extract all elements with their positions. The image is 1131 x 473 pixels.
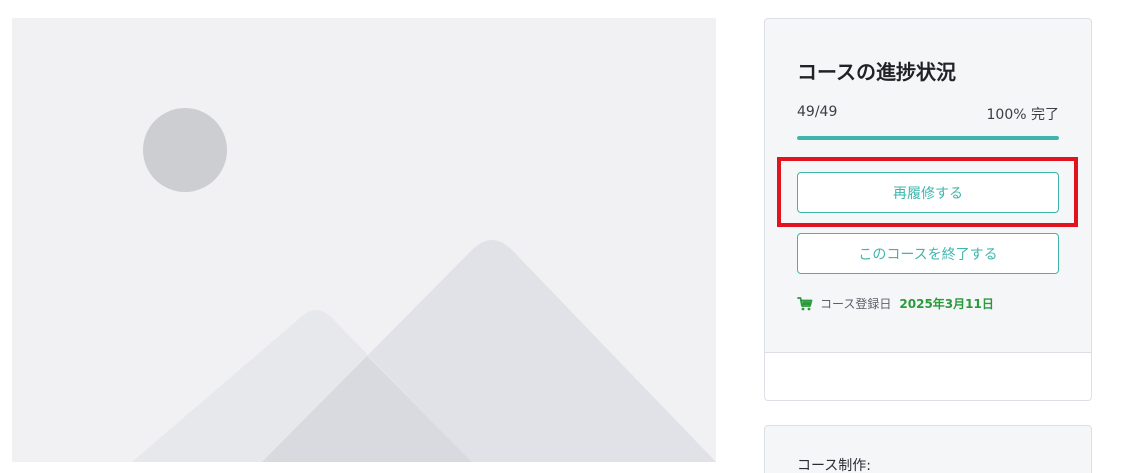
retake-course-button[interactable]: 再履修する — [797, 172, 1059, 213]
progress-bar — [797, 136, 1059, 140]
progress-card-body: コースの進捗状況 49/49 100% 完了 再履修する このコースを終了する — [765, 19, 1091, 353]
progress-bar-fill — [797, 136, 1059, 140]
enrollment-label: コース登録日 — [820, 297, 892, 311]
cart-icon — [797, 296, 813, 312]
enrollment-date: 2025年3月11日 — [899, 297, 994, 311]
progress-title: コースの進捗状況 — [797, 60, 956, 84]
progress-percent: 100% 完了 — [986, 107, 1059, 123]
author-label: コース制作: — [797, 458, 872, 473]
finish-course-button[interactable]: このコースを終了する — [797, 233, 1059, 274]
enrollment-date-row: コース登録日 2025年3月11日 — [797, 295, 994, 312]
course-thumbnail — [12, 18, 716, 462]
progress-count: 49/49 — [797, 104, 838, 120]
progress-meta: 49/49 100% 完了 — [797, 104, 1059, 124]
course-author-card: コース制作: — [764, 425, 1092, 473]
image-placeholder-icon — [12, 18, 716, 462]
course-progress-card: コースの進捗状況 49/49 100% 完了 再履修する このコースを終了する — [764, 18, 1092, 401]
course-page: コースの進捗状況 49/49 100% 完了 再履修する このコースを終了する — [0, 0, 1131, 473]
